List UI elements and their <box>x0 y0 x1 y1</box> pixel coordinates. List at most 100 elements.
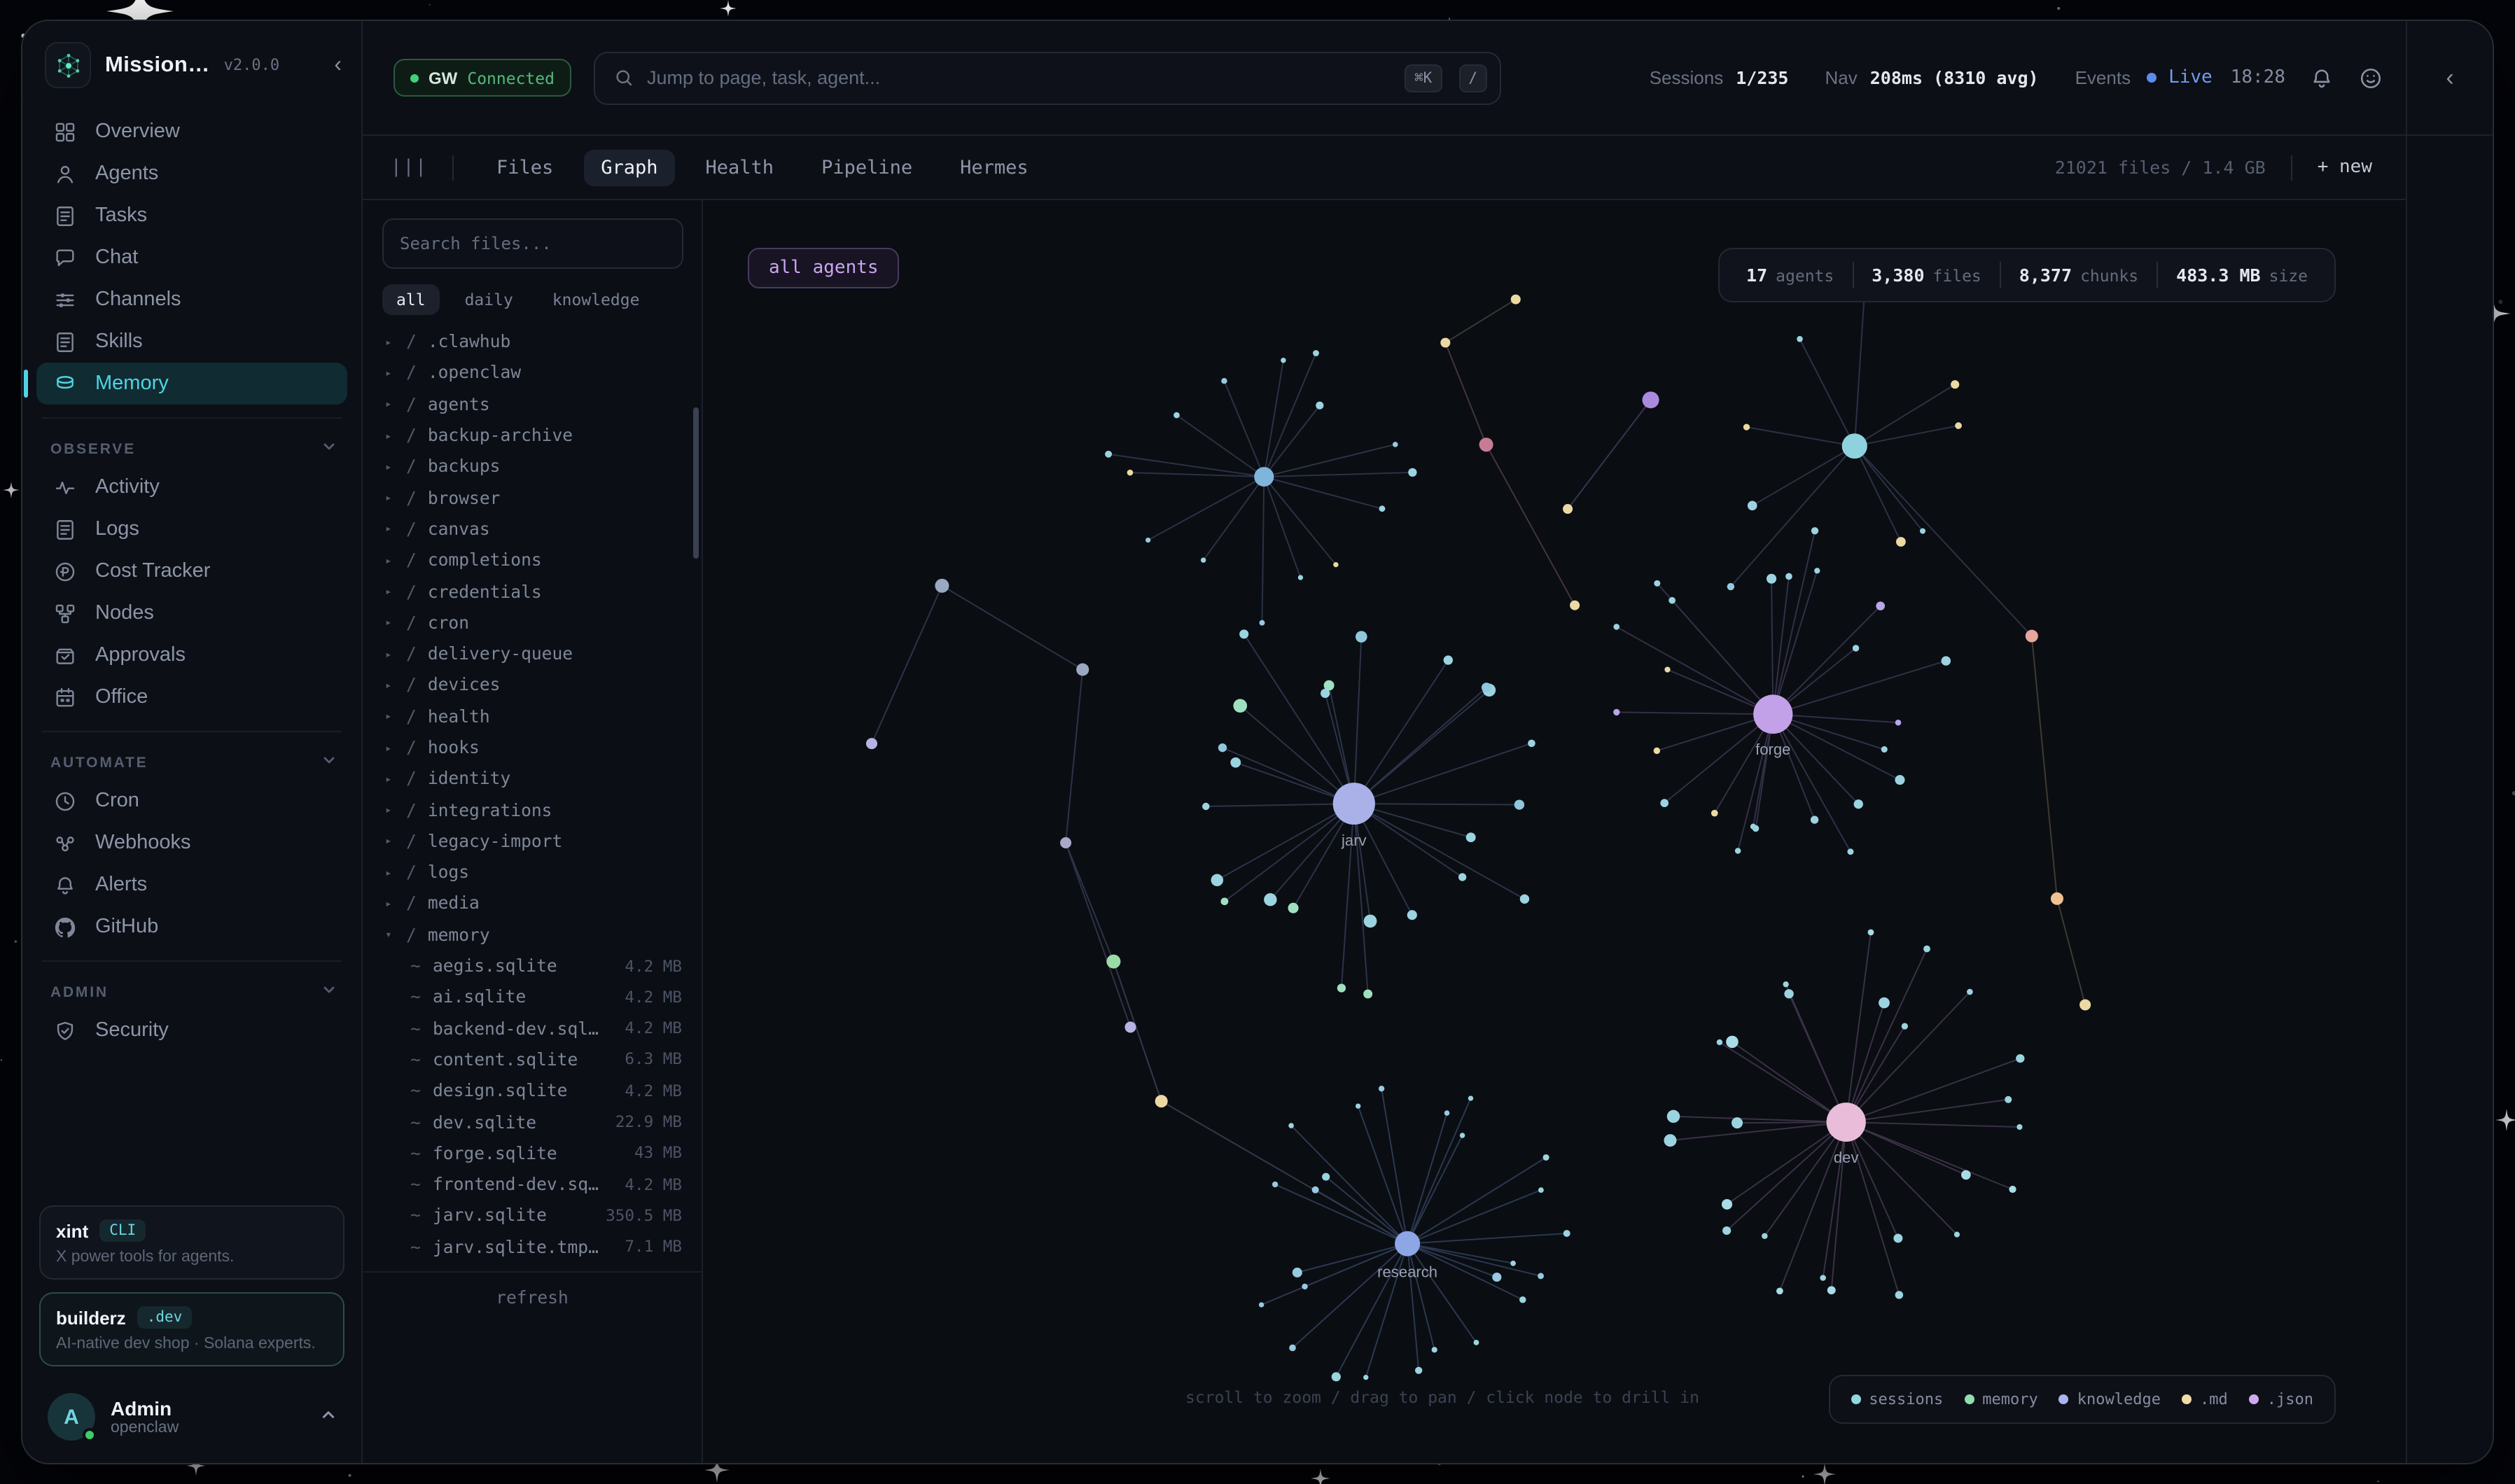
sidebar-item-label: Activity <box>95 476 160 498</box>
tree-folder-hooks[interactable]: ▸/hooks <box>363 732 702 764</box>
tree-collapsed-icon: ▸ <box>385 648 406 660</box>
satellite-node <box>1811 816 1818 823</box>
tab-pipeline[interactable]: Pipeline <box>804 149 929 186</box>
tree-folder-memory[interactable]: ▾/memory <box>363 919 702 951</box>
tree-folder-browser[interactable]: ▸/browser <box>363 482 702 514</box>
tree-folder-credentials[interactable]: ▸/credentials <box>363 576 702 608</box>
tree-folder-integrations[interactable]: ▸/integrations <box>363 794 702 826</box>
sidebar-item-agents[interactable]: Agents <box>36 153 347 195</box>
tab-files[interactable]: Files <box>480 149 570 186</box>
tree-file-aegis-sqlite[interactable]: ~aegis.sqlite4.2 MB <box>363 951 702 982</box>
legend-dot-icon <box>2059 1394 2069 1404</box>
tab-graph[interactable]: Graph <box>584 149 674 186</box>
card-top: xintCLI <box>56 1219 328 1242</box>
graph-node-hub[interactable] <box>1842 433 1867 458</box>
refresh-button[interactable]: refresh <box>363 1273 702 1323</box>
satellite-node <box>1797 336 1803 342</box>
cluster-label: dev <box>1834 1149 1859 1166</box>
tree-folder-identity[interactable]: ▸/identity <box>363 763 702 794</box>
sidebar-section: OBSERVEActivityLogsCost TrackerNodesAppr… <box>42 417 342 718</box>
network-canvas[interactable]: jarvforgedevresearch <box>703 200 2406 1463</box>
tree-folder-devices[interactable]: ▸/devices <box>363 670 702 701</box>
tree-folder-completions[interactable]: ▸/completions <box>363 545 702 576</box>
chevron-up-icon[interactable] <box>321 1404 336 1429</box>
chevron-left-icon: ‹ <box>2446 64 2453 92</box>
sidebar-item-chat[interactable]: Chat <box>36 237 347 279</box>
agents-filter-chip[interactable]: all agents <box>748 248 900 288</box>
tree-file-backend-dev-sql[interactable]: ~backend-dev.sql…4.2 MB <box>363 1013 702 1044</box>
sidebar-item-office[interactable]: Office <box>36 676 347 718</box>
sidebar-item-alerts[interactable]: Alerts <box>36 864 347 906</box>
tree-folder-delivery-queue[interactable]: ▸/delivery-queue <box>363 638 702 670</box>
tree-file-dev-sqlite[interactable]: ~dev.sqlite22.9 MB <box>363 1107 702 1138</box>
satellite-node <box>1460 1133 1465 1138</box>
graph-node-jarv[interactable] <box>1333 783 1375 825</box>
tree-file-content-sqlite[interactable]: ~content.sqlite6.3 MB <box>363 1044 702 1076</box>
legend-dot-icon <box>1851 1394 1860 1404</box>
global-search[interactable]: ⌘K / <box>594 51 1501 104</box>
tree-folder-legacy-import[interactable]: ▸/legacy-import <box>363 826 702 858</box>
tree-folder-media[interactable]: ▸/media <box>363 888 702 920</box>
layout-columns-icon[interactable]: ||| <box>391 157 428 178</box>
filter-chip-all[interactable]: all <box>382 284 440 315</box>
sidebar-item-cost-tracker[interactable]: Cost Tracker <box>36 550 347 592</box>
promo-card-builderz[interactable]: builderz.devAI-native dev shop · Solana … <box>39 1292 344 1366</box>
tree-scrollbar[interactable] <box>693 407 699 559</box>
tree-file-frontend-dev-sq[interactable]: ~frontend-dev.sq…4.2 MB <box>363 1169 702 1200</box>
tree-file-jarv-sqlite-tmp[interactable]: ~jarv.sqlite.tmp…7.1 MB <box>363 1231 702 1263</box>
sidebar-item-webhooks[interactable]: Webhooks <box>36 822 347 864</box>
tree-folder-canvas[interactable]: ▸/canvas <box>363 514 702 545</box>
tree-folder-clawhub[interactable]: ▸/.clawhub <box>363 326 702 358</box>
tab-health[interactable]: Health <box>689 149 791 186</box>
folder-name: credentials <box>428 582 542 601</box>
bell-icon[interactable] <box>2309 65 2334 90</box>
sidebar-item-logs[interactable]: Logs <box>36 508 347 550</box>
sidebar-item-cron[interactable]: Cron <box>36 780 347 822</box>
tree-file-jarv-sqlite[interactable]: ~jarv.sqlite350.5 MB <box>363 1200 702 1232</box>
sidebar-item-channels[interactable]: Channels <box>36 279 347 321</box>
sidebar-item-github[interactable]: GitHub <box>36 906 347 948</box>
graph-node-research[interactable] <box>1395 1231 1420 1256</box>
right-panel-toggle[interactable]: ‹ <box>2406 21 2493 134</box>
sidebar-item-activity[interactable]: Activity <box>36 466 347 508</box>
filter-chip-knowledge[interactable]: knowledge <box>538 284 654 315</box>
file-size: 7.1 MB <box>625 1238 682 1256</box>
smiley-icon[interactable] <box>2358 65 2383 90</box>
graph-node-forge[interactable] <box>1753 694 1792 734</box>
tree-folder-backup-archive[interactable]: ▸/backup-archive <box>363 420 702 451</box>
user-menu[interactable]: A Admin openclaw <box>39 1379 344 1449</box>
section-header-automate[interactable]: AUTOMATE <box>42 745 342 780</box>
global-search-input[interactable] <box>647 67 1388 88</box>
gateway-status-badge[interactable]: GW Connected <box>393 59 571 97</box>
section-header-observe[interactable]: OBSERVE <box>42 431 342 466</box>
sidebar-item-overview[interactable]: Overview <box>36 111 347 153</box>
sidebar-collapse-icon[interactable]: ‹ <box>334 52 342 78</box>
sidebar-item-nodes[interactable]: Nodes <box>36 592 347 634</box>
file-search-input[interactable] <box>382 218 683 269</box>
tree-folder-agents[interactable]: ▸/agents <box>363 388 702 420</box>
sidebar-item-security[interactable]: Security <box>36 1009 347 1051</box>
sidebar-item-memory[interactable]: Memory <box>36 363 347 405</box>
tree-file-forge-sqlite[interactable]: ~forge.sqlite43 MB <box>363 1138 702 1169</box>
graph-node-dev[interactable] <box>1827 1102 1866 1142</box>
promo-card-xint[interactable]: xintCLIX power tools for agents. <box>39 1205 344 1280</box>
live-label[interactable]: Live <box>2168 67 2213 88</box>
section-header-admin[interactable]: ADMIN <box>42 974 342 1009</box>
tree-file-design-sqlite[interactable]: ~design.sqlite4.2 MB <box>363 1075 702 1107</box>
tree-folder-backups[interactable]: ▸/backups <box>363 451 702 482</box>
tab-hermes[interactable]: Hermes <box>943 149 1045 186</box>
tree-folder-openclaw[interactable]: ▸/.openclaw <box>363 358 702 389</box>
tree-folder-health[interactable]: ▸/health <box>363 701 702 732</box>
file-name: jarv.sqlite.tmp… <box>433 1238 599 1257</box>
sidebar-item-skills[interactable]: Skills <box>36 321 347 363</box>
tree-folder-logs[interactable]: ▸/logs <box>363 857 702 888</box>
stat-value: 3,380 <box>1872 265 1924 286</box>
new-file-button[interactable]: + new <box>2318 157 2372 178</box>
tree-file-ai-sqlite[interactable]: ~ai.sqlite4.2 MB <box>363 981 702 1013</box>
sidebar-item-approvals[interactable]: Approvals <box>36 634 347 676</box>
graph-node-hub[interactable] <box>1254 467 1274 486</box>
tree-folder-cron[interactable]: ▸/cron <box>363 607 702 638</box>
sidebar-item-tasks[interactable]: Tasks <box>36 195 347 237</box>
stray-node <box>1076 664 1089 676</box>
filter-chip-daily[interactable]: daily <box>451 284 527 315</box>
